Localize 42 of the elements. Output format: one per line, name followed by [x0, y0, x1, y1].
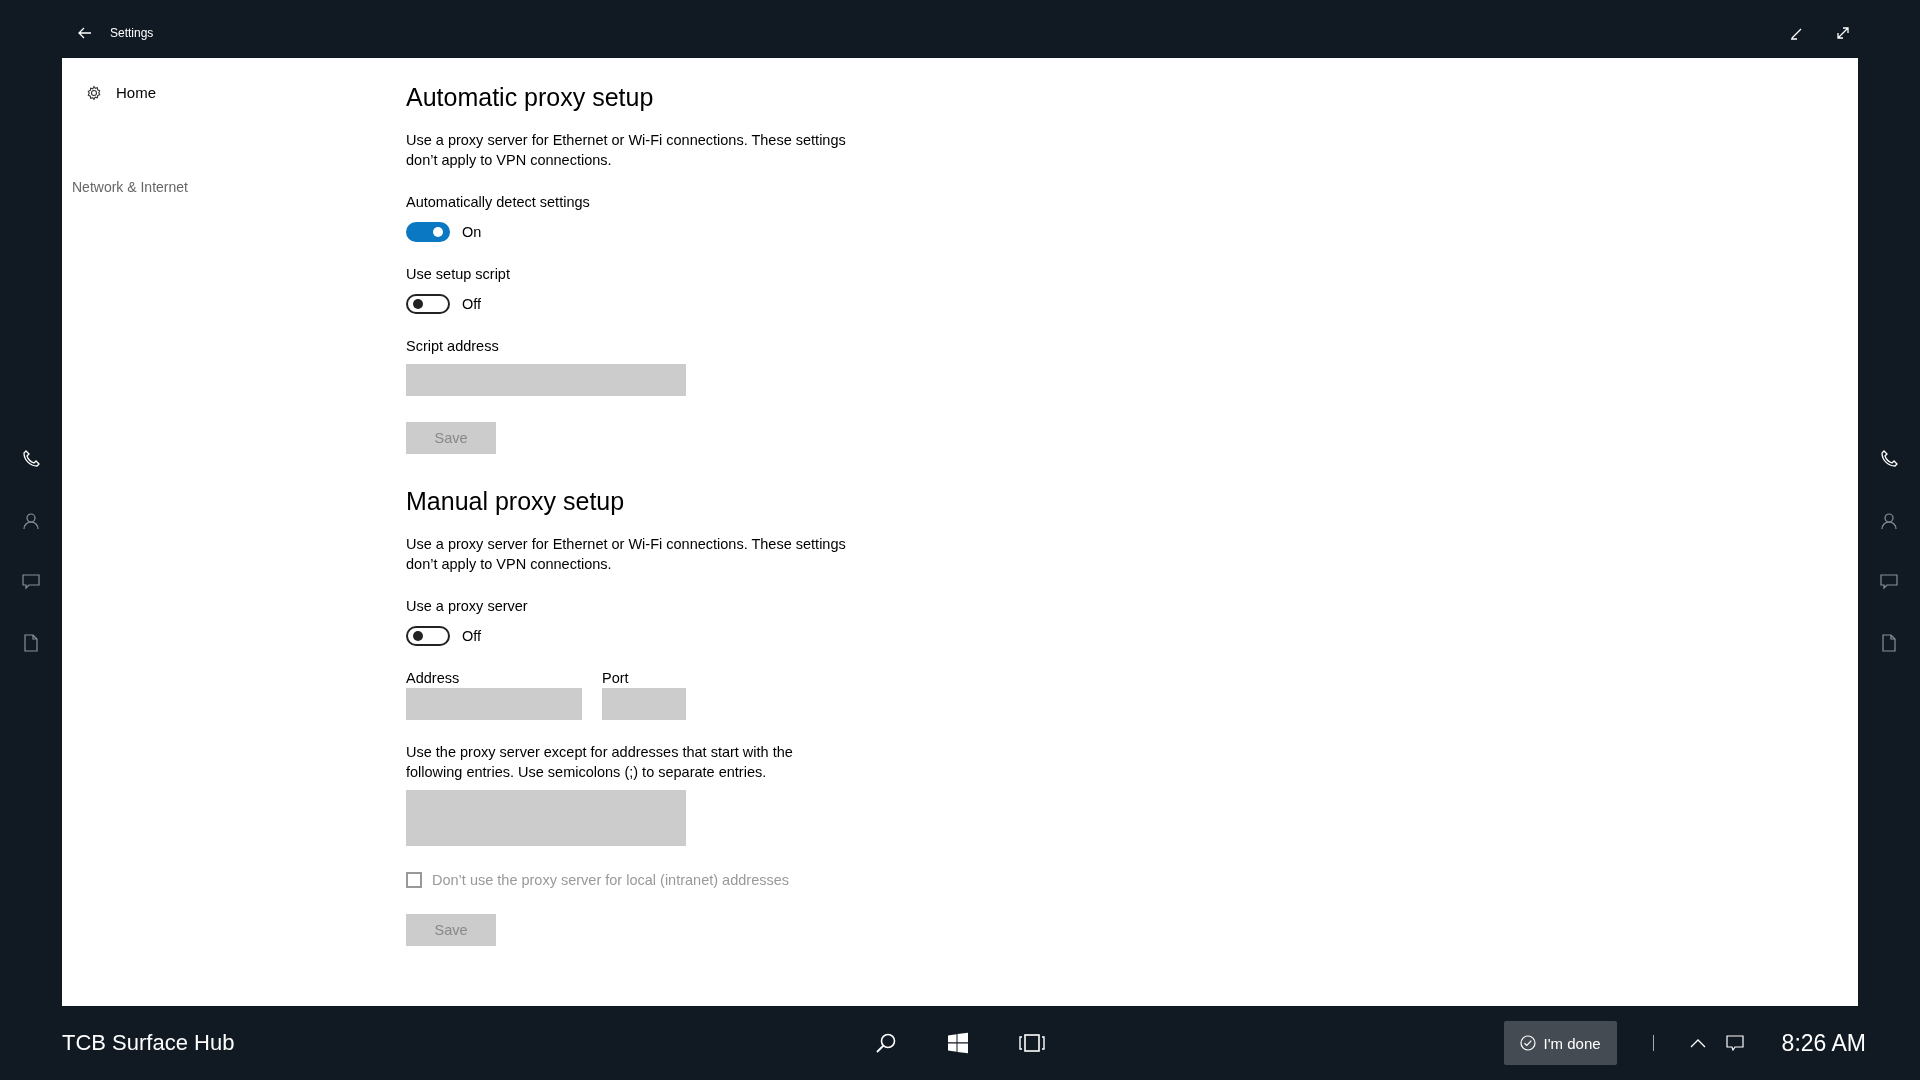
setting-label: Automatically detect settings	[406, 193, 590, 212]
device-name: TCB Surface Hub	[62, 1030, 235, 1056]
document-icon[interactable]	[24, 634, 38, 652]
toggle-state-label: Off	[462, 296, 482, 312]
person-icon[interactable]	[1881, 512, 1897, 530]
exceptions-label: Use the proxy server except for addresses that start with the following entries. Use semicolons (;) to separate entries.	[406, 743, 794, 782]
chevron-up-icon[interactable]	[1689, 1038, 1706, 1048]
expand-icon[interactable]	[1836, 26, 1850, 40]
section-description: Use a proxy server for Ethernet or Wi-Fi connections. These settings don’t apply to VPN connections.	[406, 131, 847, 170]
search-icon[interactable]	[875, 1032, 897, 1054]
pen-icon[interactable]	[1790, 26, 1804, 40]
setting-label: Use setup script	[406, 265, 510, 284]
message-icon[interactable]	[1725, 1035, 1744, 1051]
section-heading: Manual proxy setup	[406, 486, 625, 517]
toggle-state-label: On	[462, 224, 482, 240]
section-description: Use a proxy server for Ethernet or Wi-Fi connections. These settings don’t apply to VPN connections.	[406, 535, 847, 574]
field-label: Port	[602, 669, 629, 688]
phone-icon[interactable]	[1880, 450, 1898, 468]
section-heading: Automatic proxy setup	[406, 82, 654, 113]
toggle-switch[interactable]	[406, 294, 450, 314]
clock-time: 8:26 AM	[1781, 1029, 1866, 1057]
check-circle-icon	[1519, 1035, 1536, 1051]
field-label: Address	[406, 669, 460, 688]
back-arrow-icon[interactable]	[78, 27, 92, 39]
im-done-button[interactable]: I'm done	[1503, 1021, 1617, 1065]
field-label: Script address	[406, 337, 499, 356]
setting-label: Use a proxy server	[406, 597, 528, 616]
home-nav-item[interactable]: Home	[72, 84, 156, 101]
settings-icon	[86, 84, 102, 101]
chat-icon[interactable]	[22, 574, 40, 590]
toggle-switch[interactable]	[406, 222, 450, 242]
sidebar-section-label: Network & Internet	[72, 179, 188, 195]
chat-icon[interactable]	[1880, 574, 1898, 590]
task-view-icon[interactable]	[1019, 1033, 1045, 1053]
checkbox-label: Don’t use the proxy server for local (intranet) addresses	[432, 872, 790, 888]
document-icon[interactable]	[1882, 634, 1896, 652]
windows-logo-icon[interactable]	[947, 1032, 969, 1054]
person-icon[interactable]	[23, 512, 39, 530]
phone-icon[interactable]	[22, 450, 40, 468]
window-title: Settings	[110, 26, 154, 40]
toggle-state-label: Off	[462, 628, 482, 644]
toggle-switch[interactable]	[406, 626, 450, 646]
